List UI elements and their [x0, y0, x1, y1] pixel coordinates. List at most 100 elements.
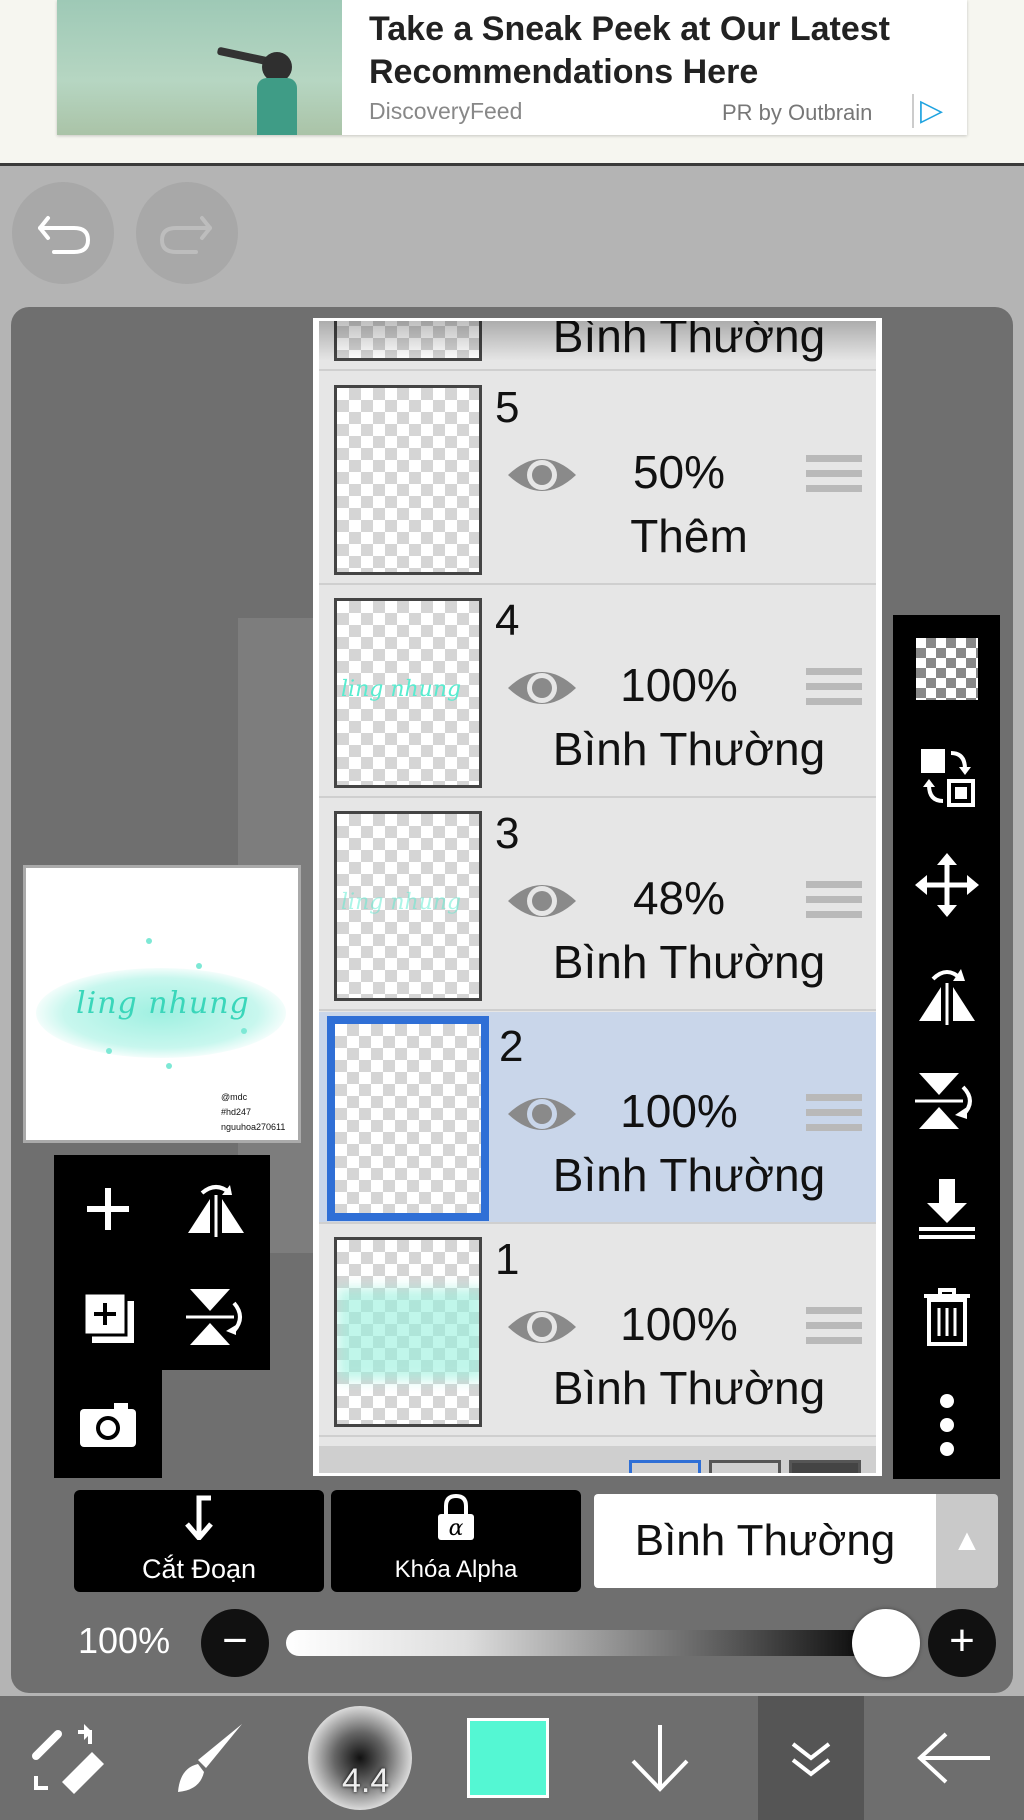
- ad-sponsor[interactable]: PR by Outbrain: [722, 100, 872, 126]
- flip-vertical-icon: [186, 1289, 242, 1345]
- canvas-preview[interactable]: ling nhung @mdc #hd247 nguuhoa270611: [23, 865, 301, 1143]
- checkerboard-icon: [915, 638, 978, 700]
- opacity-value: 100%: [78, 1620, 171, 1661]
- add-copy-icon: [82, 1291, 134, 1343]
- layer-thumbnail: [334, 385, 482, 575]
- alpha-lock-label: Khóa Alpha: [394, 1556, 518, 1583]
- visibility-eye-icon[interactable]: [504, 662, 580, 714]
- layer-number: 1: [495, 1235, 520, 1284]
- transparency-button[interactable]: [893, 615, 1000, 723]
- merge-down-button[interactable]: [893, 1155, 1000, 1263]
- preview-art-text: ling nhung: [76, 986, 250, 1021]
- ad-headline[interactable]: Take a Sneak Peek at Our Latest Recommen…: [369, 8, 959, 94]
- layer-opacity: 100%: [620, 1085, 738, 1137]
- layers-toggle-button[interactable]: [758, 1696, 864, 1820]
- arrow-left-icon: [917, 1732, 990, 1784]
- move-button[interactable]: [893, 831, 1000, 939]
- alpha-lock-button[interactable]: α Khóa Alpha: [331, 1490, 581, 1592]
- layer-row-partial[interactable]: Bình Thường: [319, 321, 876, 371]
- select-layer-button[interactable]: [893, 723, 1000, 831]
- more-vertical-icon: [939, 1394, 954, 1456]
- camera-toolbar: [54, 1370, 162, 1478]
- color-picker-button[interactable]: [438, 1696, 578, 1820]
- flip-horizontal-button[interactable]: [893, 939, 1000, 1047]
- layer-row-4[interactable]: ling nhung 4 100% Bình Thường: [319, 586, 876, 798]
- layer-thumbnail: [327, 1016, 489, 1221]
- adchoices-icon[interactable]: ▷: [912, 94, 952, 128]
- layer-blend-mode: Bình Thường: [552, 936, 826, 988]
- lock-icon: α: [331, 1493, 581, 1554]
- layer-blend-mode: Thêm: [630, 510, 748, 562]
- layer-blend-mode: Bình Thường: [552, 723, 826, 775]
- brush-size-button[interactable]: 4.4: [290, 1696, 430, 1820]
- move-icon: [914, 853, 979, 917]
- visibility-eye-icon[interactable]: [504, 449, 580, 501]
- undo-button[interactable]: [12, 182, 114, 284]
- layer-opacity: 50%: [632, 446, 726, 498]
- layer-row-2[interactable]: 2 100% Bình Thường: [319, 1012, 876, 1224]
- drag-handle-icon[interactable]: [806, 668, 862, 714]
- background-layer-strip[interactable]: [319, 1446, 876, 1473]
- redo-button[interactable]: [136, 182, 238, 284]
- drag-handle-icon[interactable]: [806, 1307, 862, 1353]
- delete-layer-button[interactable]: [893, 1263, 1000, 1371]
- layer-opacity: 48%: [632, 872, 726, 924]
- clipping-arrow-icon: [74, 1494, 324, 1552]
- blend-mode-select[interactable]: Bình Thường: [594, 1494, 936, 1588]
- duplicate-layer-button[interactable]: [54, 1263, 162, 1371]
- clipping-button[interactable]: Cắt Đoạn: [74, 1490, 324, 1592]
- ad-source: DiscoveryFeed: [369, 98, 523, 124]
- brush-size-value: 4.4: [342, 1762, 390, 1800]
- select-swap-icon: [920, 749, 975, 807]
- layer-thumbnail: ling nhung: [334, 811, 482, 1001]
- ad-banner[interactable]: Take a Sneak Peek at Our Latest Recommen…: [0, 0, 1024, 166]
- drag-handle-icon[interactable]: [806, 881, 862, 927]
- back-button[interactable]: [884, 1696, 1024, 1820]
- flip-vertical-icon: [914, 1073, 972, 1129]
- merge-down-icon: [918, 1179, 975, 1239]
- blend-mode-dropdown-button[interactable]: ▲: [936, 1494, 998, 1588]
- more-options-button[interactable]: [893, 1371, 1000, 1479]
- layer-row-3[interactable]: ling nhung 3 48% Bình Thường: [319, 799, 876, 1011]
- plus-icon: +: [949, 1616, 975, 1665]
- bottom-toolbar: 4.4: [0, 1696, 1024, 1820]
- drag-handle-icon[interactable]: [806, 1094, 862, 1140]
- layer-thumbnail: [334, 321, 482, 361]
- visibility-eye-icon[interactable]: [504, 875, 580, 927]
- layer-row-5[interactable]: 5 50% Thêm: [319, 373, 876, 585]
- visibility-eye-icon[interactable]: [504, 1088, 580, 1140]
- preview-credits: @mdc #hd247 nguuhoa270611: [221, 1092, 286, 1132]
- opacity-increase-button[interactable]: +: [928, 1609, 996, 1677]
- layers-panel[interactable]: Bình Thường 5 50% Thêm ling nhung 4 100%…: [313, 318, 882, 1476]
- layer-number: 4: [495, 596, 520, 645]
- layer-row-1[interactable]: 1 100% Bình Thường: [319, 1225, 876, 1437]
- arrow-down-icon: [631, 1725, 689, 1792]
- layer-number: 5: [495, 383, 520, 432]
- layer-blend-mode: Bình Thường: [552, 1149, 826, 1201]
- clipping-label: Cắt Đoạn: [141, 1554, 257, 1584]
- move-down-button[interactable]: [590, 1696, 730, 1820]
- ad-card[interactable]: Take a Sneak Peek at Our Latest Recommen…: [57, 0, 967, 135]
- svg-text:α: α: [449, 1516, 464, 1541]
- brush-tool-button[interactable]: [140, 1696, 280, 1820]
- layer-number: 2: [499, 1022, 524, 1071]
- layer-opacity: 100%: [620, 659, 738, 711]
- visibility-eye-icon[interactable]: [504, 1301, 580, 1353]
- flip-vertical-button[interactable]: [893, 1047, 1000, 1155]
- layer-thumbnail: [334, 1237, 482, 1427]
- opacity-slider-thumb[interactable]: [852, 1609, 920, 1677]
- flip-horizontal-icon: [918, 969, 975, 1025]
- tool-swap-button[interactable]: [0, 1696, 140, 1820]
- trash-icon: [923, 1288, 970, 1346]
- brush-size-preview: 4.4: [308, 1706, 412, 1810]
- camera-button[interactable]: [54, 1370, 162, 1478]
- color-swatch: [467, 1718, 549, 1798]
- add-layer-button[interactable]: [54, 1155, 162, 1263]
- layer-blend-mode: Bình Thường: [552, 1362, 826, 1414]
- opacity-decrease-button[interactable]: −: [201, 1609, 269, 1677]
- flip-horizontal-button[interactable]: [162, 1155, 270, 1263]
- flip-vertical-button[interactable]: [162, 1263, 270, 1371]
- opacity-slider[interactable]: [286, 1630, 886, 1656]
- drag-handle-icon[interactable]: [806, 455, 862, 501]
- brush-icon: [178, 1724, 242, 1792]
